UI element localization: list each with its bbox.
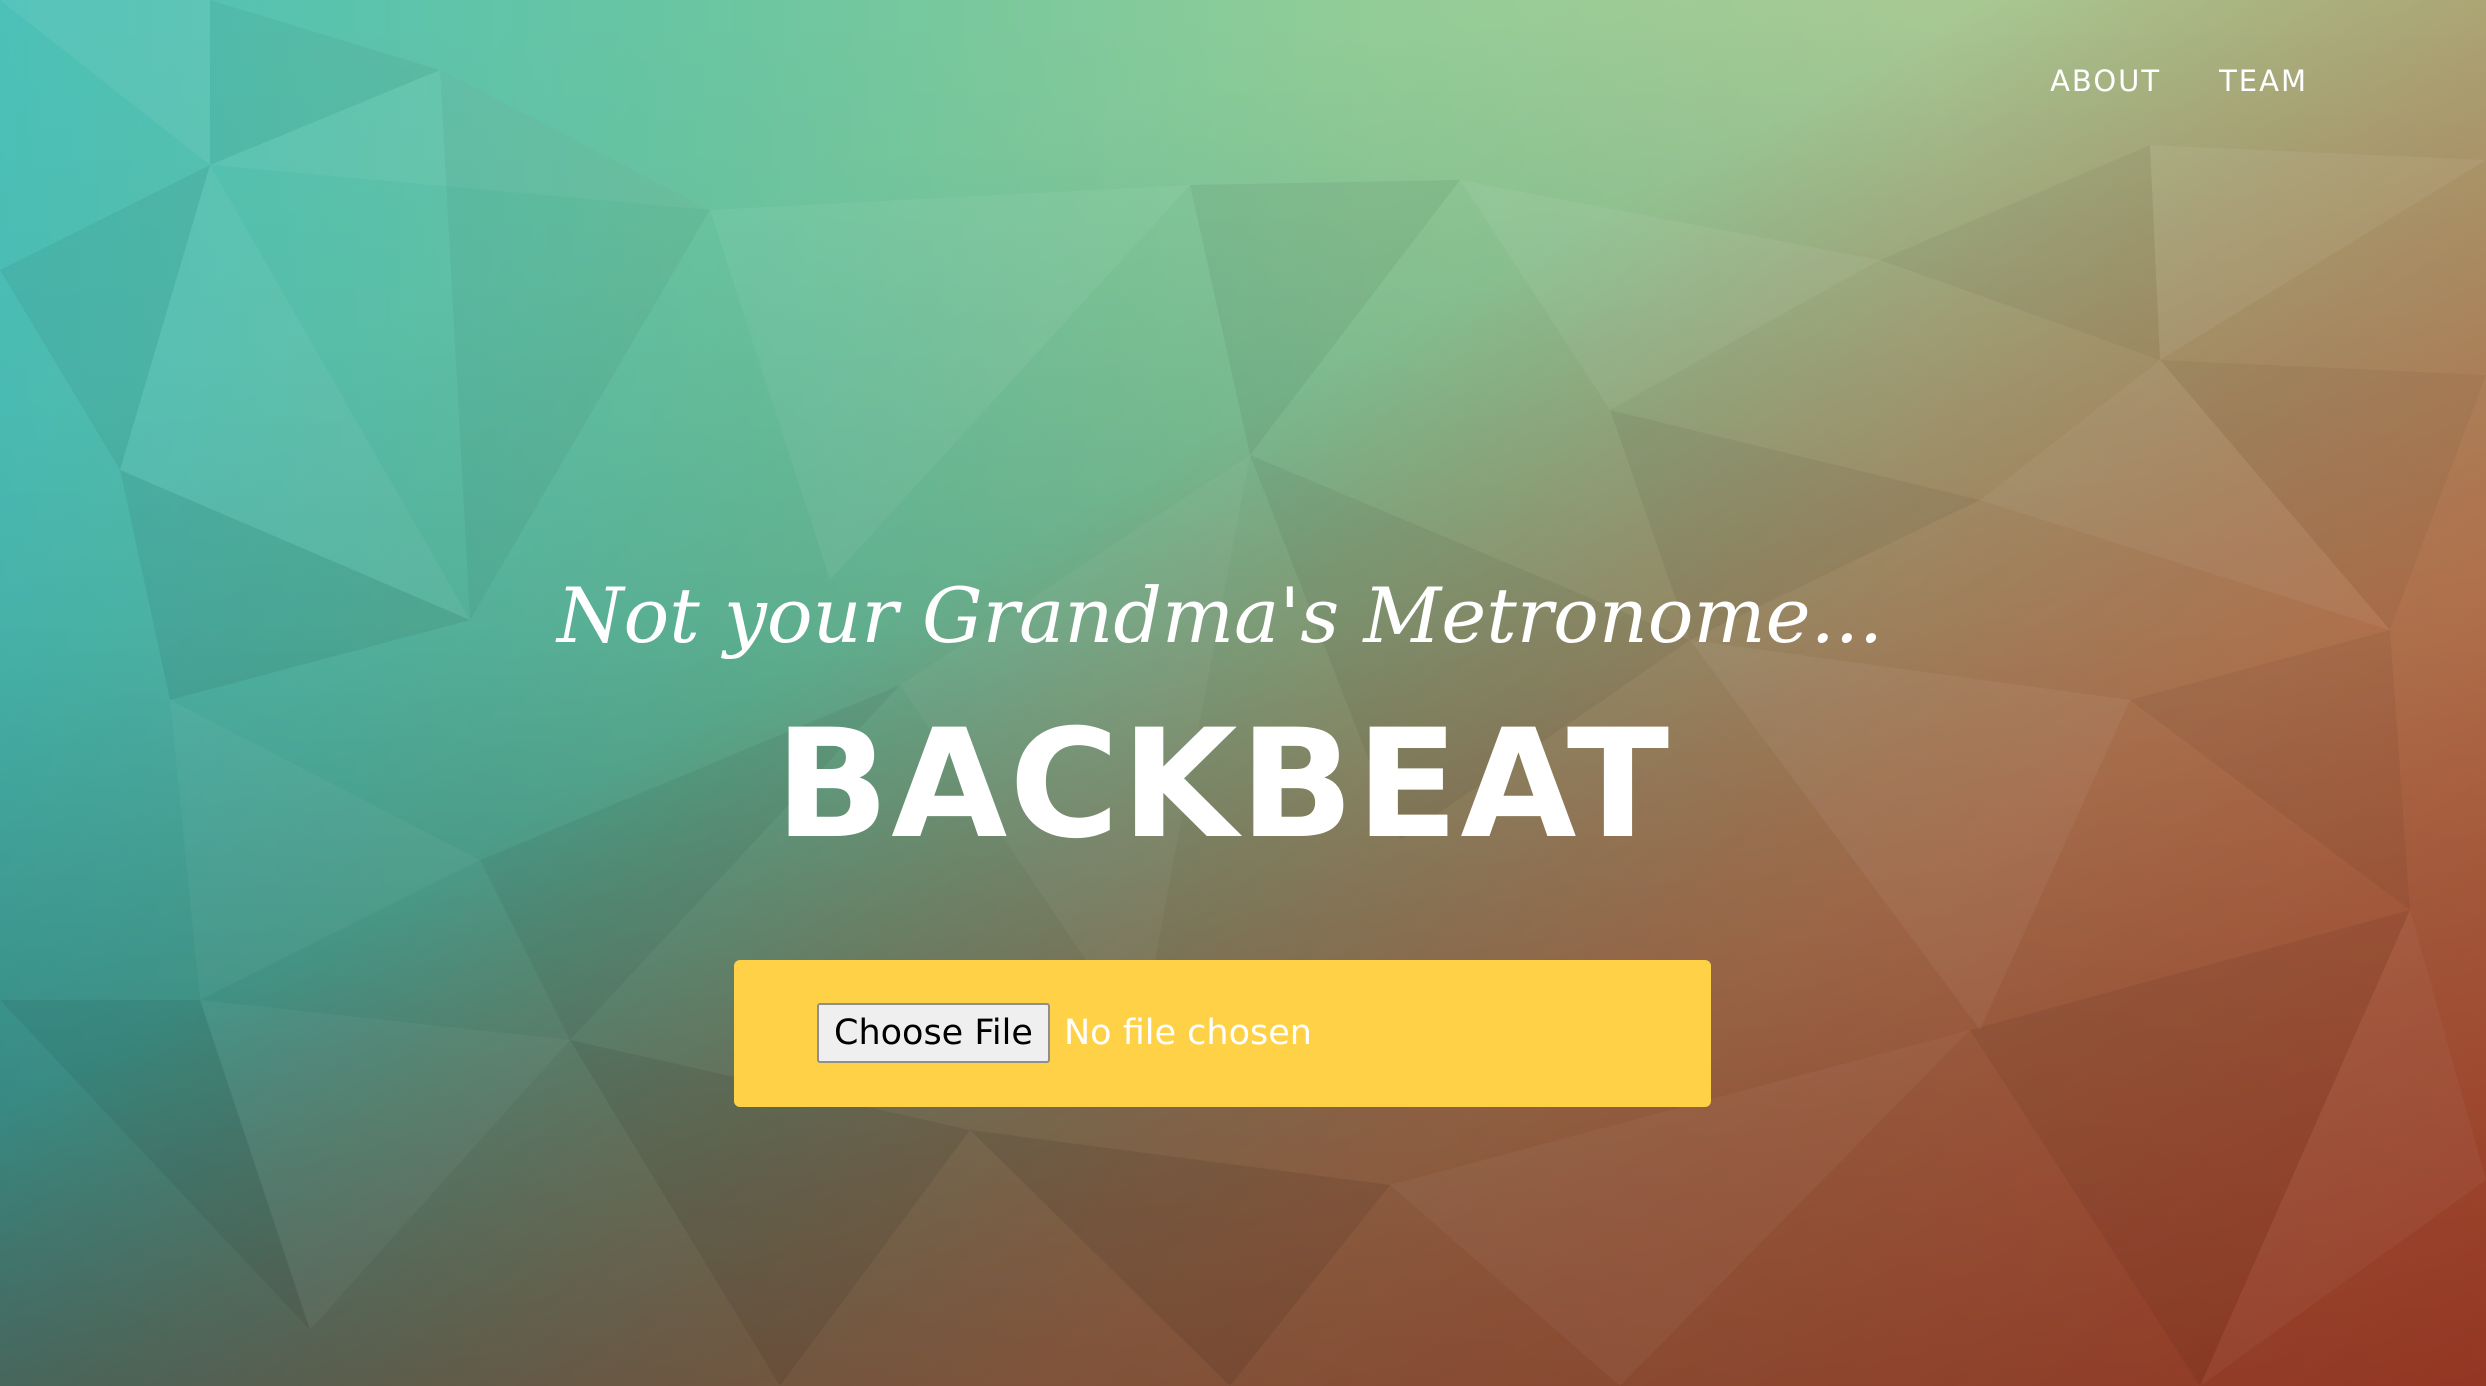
- top-nav: ABOUT TEAM: [2050, 64, 2308, 98]
- nav-link-about[interactable]: ABOUT: [2050, 64, 2161, 98]
- file-upload-panel: Choose File No file chosen: [734, 960, 1711, 1107]
- nav-link-team[interactable]: TEAM: [2219, 64, 2308, 98]
- low-poly-background: [0, 0, 2486, 1386]
- file-status-text: No file chosen: [1064, 1013, 1312, 1053]
- choose-file-button[interactable]: Choose File: [817, 1003, 1050, 1063]
- hero-title: BACKBEAT: [774, 698, 1672, 872]
- hero-tagline: Not your Grandma's Metronome...: [556, 571, 1884, 660]
